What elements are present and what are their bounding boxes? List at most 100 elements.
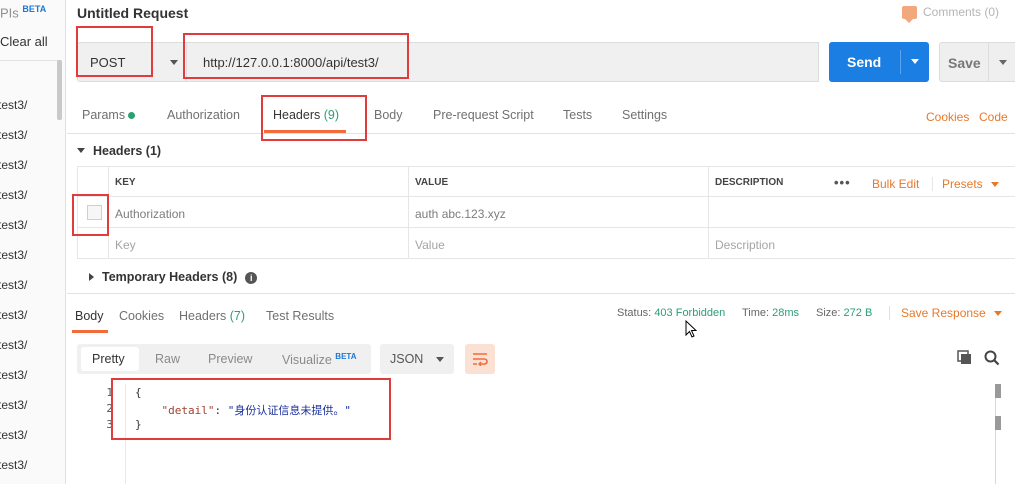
tab-response-body[interactable]: Body xyxy=(75,309,104,323)
wrap-lines-button[interactable] xyxy=(465,344,495,374)
request-tabs: Params Authorization Headers (9) Body Pr… xyxy=(67,96,1015,134)
copy-icon[interactable] xyxy=(957,350,972,365)
active-response-tab-indicator xyxy=(72,330,108,333)
table-row: Authorization auth abc.123.xyz xyxy=(77,197,1015,228)
header-value-cell[interactable]: auth abc.123.xyz xyxy=(408,197,708,227)
comments-label: Comments (0) xyxy=(922,5,999,19)
save-options-icon[interactable] xyxy=(999,60,1007,65)
sidebar-scrollbar[interactable] xyxy=(57,60,62,120)
beta-badge: BETA xyxy=(22,4,47,14)
scrollbar-marker xyxy=(995,416,1001,430)
save-label: Save xyxy=(948,55,981,71)
tab-response-cookies[interactable]: Cookies xyxy=(119,309,164,323)
tab-body[interactable]: Body xyxy=(374,108,403,122)
chevron-down-icon xyxy=(993,311,1002,316)
send-button[interactable]: Send xyxy=(829,42,929,82)
scrollbar-thumb[interactable] xyxy=(995,384,1001,398)
new-description-input[interactable]: Description xyxy=(708,228,1015,258)
language-value: JSON xyxy=(390,352,424,366)
tab-params[interactable]: Params xyxy=(82,108,136,122)
history-item[interactable]: test3/ xyxy=(0,248,27,278)
beta-badge: BETA xyxy=(335,352,357,361)
column-key: KEY xyxy=(108,167,408,196)
status-info: Status: 403 Forbidden xyxy=(617,307,726,319)
tab-response-headers[interactable]: Headers (7) xyxy=(179,309,245,323)
caret-right-icon xyxy=(89,273,94,281)
tab-prerequest-script[interactable]: Pre-request Script xyxy=(433,108,534,122)
size-value[interactable]: 272 B xyxy=(844,307,873,319)
headers-section-toggle[interactable]: Headers (1) xyxy=(77,144,161,158)
format-preview[interactable]: Preview xyxy=(208,352,252,366)
history-item[interactable]: test3/ xyxy=(0,128,27,158)
annotation-method xyxy=(76,26,153,77)
save-button[interactable]: Save xyxy=(939,42,1015,82)
format-pretty[interactable]: Pretty xyxy=(92,352,125,366)
column-value: VALUE xyxy=(408,167,708,196)
history-item[interactable]: test3/ xyxy=(0,188,27,218)
comments-button[interactable]: Comments (0) xyxy=(901,5,999,23)
tab-authorization[interactable]: Authorization xyxy=(167,108,240,122)
code-link[interactable]: Code xyxy=(979,110,1008,124)
annotation-headers-tab xyxy=(261,95,367,141)
history-item[interactable]: test3/ xyxy=(0,158,27,188)
header-key-cell[interactable]: Authorization xyxy=(108,197,408,227)
send-options-icon[interactable] xyxy=(911,59,919,64)
history-item[interactable]: test3/ xyxy=(0,98,27,128)
chevron-down-icon xyxy=(436,357,444,362)
mouse-cursor-icon xyxy=(685,320,697,338)
history-item[interactable]: test3/ xyxy=(0,428,27,458)
table-header-row: KEY VALUE DESCRIPTION ••• Bulk Edit Pres… xyxy=(77,166,1015,197)
apis-label[interactable]: PIs BETA xyxy=(0,4,46,20)
tab-settings[interactable]: Settings xyxy=(622,108,667,122)
history-sidebar: PIs BETA Clear all test3/ test3/ test3/ … xyxy=(0,0,66,484)
history-item[interactable]: test3/ xyxy=(0,278,27,308)
params-indicator-icon xyxy=(128,112,136,119)
history-item[interactable]: test3/ xyxy=(0,398,27,428)
send-label: Send xyxy=(847,54,882,70)
history-item[interactable]: test3/ xyxy=(0,368,27,398)
request-title[interactable]: Untitled Request xyxy=(77,5,188,21)
bulk-edit-link[interactable]: Bulk Edit xyxy=(872,177,919,191)
history-item[interactable]: test3/ xyxy=(0,458,27,484)
tab-test-results[interactable]: Test Results xyxy=(266,309,334,323)
new-key-input[interactable]: Key xyxy=(108,228,408,258)
caret-down-icon xyxy=(77,148,85,153)
headers-table: KEY VALUE DESCRIPTION ••• Bulk Edit Pres… xyxy=(77,166,1015,259)
chevron-down-icon xyxy=(170,60,178,65)
time-info: Time: 28ms xyxy=(742,307,800,319)
save-response-dropdown[interactable]: Save Response xyxy=(889,306,1002,320)
history-item[interactable]: test3/ xyxy=(0,338,27,368)
size-info: Size: 272 B xyxy=(816,307,873,319)
sidebar-divider xyxy=(0,60,60,61)
clear-all-button[interactable]: Clear all xyxy=(0,34,48,49)
cookies-link[interactable]: Cookies xyxy=(926,110,969,124)
headers-section-title: Headers (1) xyxy=(93,144,162,158)
annotation-response-body xyxy=(111,378,391,440)
time-value[interactable]: 28ms xyxy=(772,307,799,319)
tab-tests[interactable]: Tests xyxy=(563,108,592,122)
response-headers-count: (7) xyxy=(229,309,246,323)
history-item[interactable]: test3/ xyxy=(0,308,27,338)
comment-icon xyxy=(901,5,917,23)
history-item[interactable]: test3/ xyxy=(0,218,27,248)
search-icon[interactable] xyxy=(984,350,1000,366)
new-value-input[interactable]: Value xyxy=(408,228,708,258)
status-badge[interactable]: 403 Forbidden xyxy=(654,307,725,319)
format-visualize[interactable]: Visualize BETA xyxy=(282,352,356,367)
request-panel: Untitled Request Comments (0) POST http:… xyxy=(67,0,1015,484)
info-icon[interactable]: i xyxy=(245,272,258,284)
history-list: test3/ test3/ test3/ test3/ test3/ test3… xyxy=(0,98,27,484)
editor-scrollbar[interactable] xyxy=(995,384,996,484)
presets-dropdown[interactable]: Presets xyxy=(932,177,999,191)
wrap-lines-icon xyxy=(473,353,488,366)
format-raw[interactable]: Raw xyxy=(155,352,180,366)
column-description: DESCRIPTION ••• Bulk Edit Presets xyxy=(708,167,1015,196)
more-options-icon[interactable]: ••• xyxy=(834,175,851,190)
send-divider xyxy=(900,50,901,74)
save-divider xyxy=(988,43,989,81)
language-select[interactable]: JSON xyxy=(380,344,454,374)
annotation-url xyxy=(183,33,409,79)
table-row-new: Key Value Description xyxy=(77,228,1015,259)
header-description-cell[interactable] xyxy=(708,197,1015,227)
temporary-headers-toggle[interactable]: Temporary Headers (8) i xyxy=(89,270,258,284)
